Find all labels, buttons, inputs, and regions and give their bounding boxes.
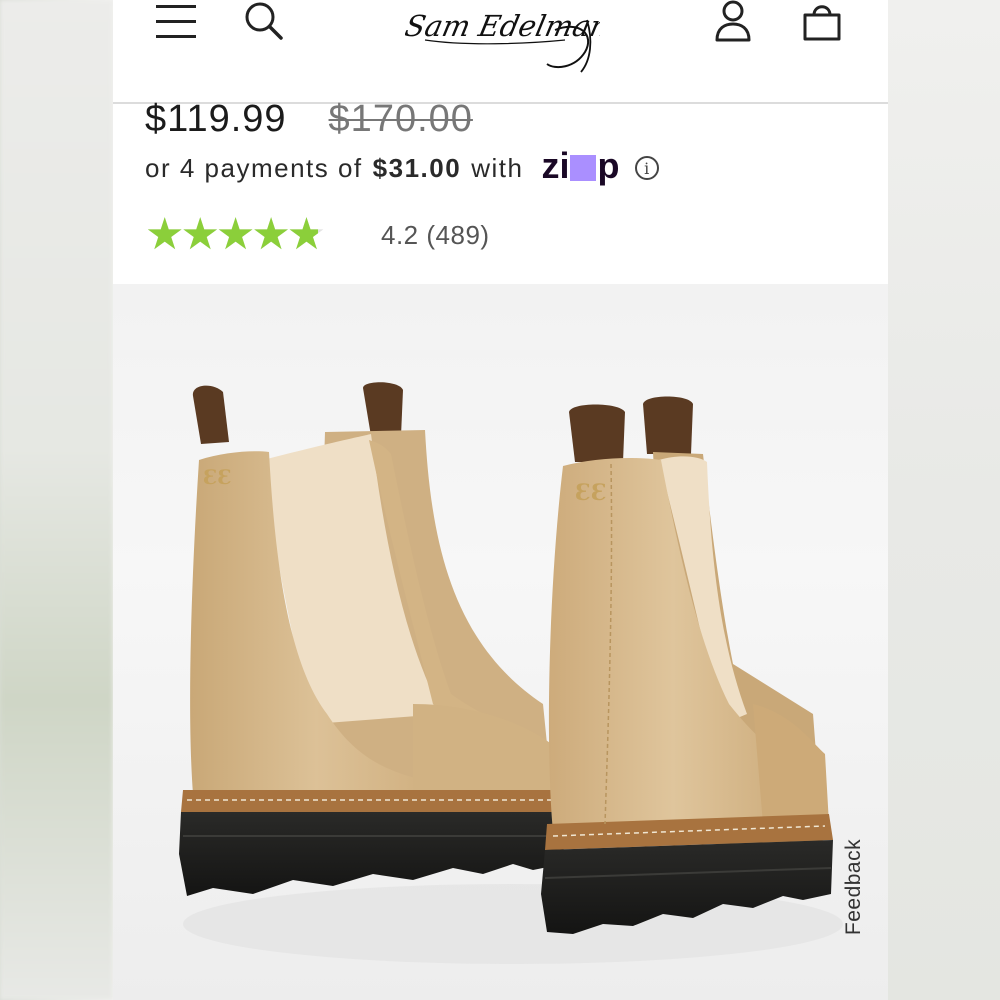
star-rating: ★★★★★ ★★★★★ bbox=[145, 213, 351, 257]
brand-logo[interactable]: Sam Edelman bbox=[402, 0, 612, 78]
installment-suffix: with bbox=[471, 152, 524, 183]
background-right bbox=[888, 0, 1000, 1000]
zip-logo[interactable]: zip bbox=[541, 145, 619, 187]
installment-prefix: or 4 payments of bbox=[145, 152, 363, 183]
installment-info: or 4 payments of $31.00 with zip i bbox=[145, 145, 660, 188]
rating-row[interactable]: ★★★★★ ★★★★★ 4.2 (489) bbox=[145, 210, 490, 260]
rating-summary: 4.2 (489) bbox=[381, 219, 490, 250]
svg-text:ƐƐ: ƐƐ bbox=[575, 480, 607, 506]
site-header: Sam Edelman bbox=[113, 0, 888, 104]
left-boot: ƐƐ bbox=[179, 382, 565, 896]
sale-price: $119.99 bbox=[145, 98, 287, 140]
stars-filled: ★★★★★ bbox=[145, 213, 319, 257]
price-row: $119.99 $170.00 bbox=[145, 98, 473, 142]
mobile-page: Sam Edelman $119.99 $170.00 or 4 payment… bbox=[113, 0, 888, 1000]
background-left bbox=[0, 0, 113, 1000]
right-boot: ƐƐ bbox=[541, 396, 833, 934]
menu-icon[interactable] bbox=[155, 2, 197, 42]
info-icon[interactable]: i bbox=[635, 156, 660, 180]
feedback-label: Feedback bbox=[842, 838, 866, 936]
original-price: $170.00 bbox=[328, 98, 473, 140]
product-image[interactable]: ƐƐ ƐƐ bbox=[113, 284, 888, 1000]
installment-amount: $31.00 bbox=[372, 152, 462, 183]
search-icon[interactable] bbox=[243, 0, 285, 42]
shopping-bag-icon[interactable] bbox=[801, 0, 843, 42]
feedback-tab[interactable]: Feedback bbox=[826, 832, 882, 942]
account-icon[interactable] bbox=[713, 0, 753, 42]
svg-text:ƐƐ: ƐƐ bbox=[203, 465, 232, 489]
zip-logo-accent bbox=[570, 155, 597, 181]
